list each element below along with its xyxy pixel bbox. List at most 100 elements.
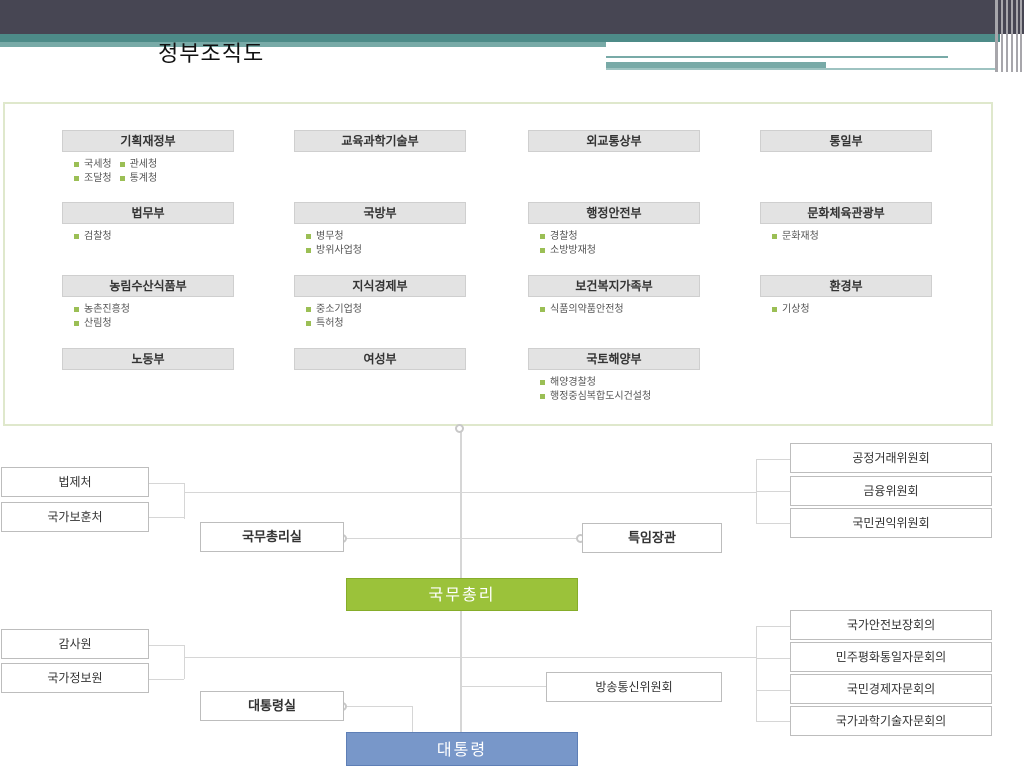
bullet-icon [74,161,79,167]
agency-item: 관세청 [119,159,158,170]
ministry-box: 문화체육관광부 [760,202,932,224]
ministry-box: 노동부 [62,348,234,370]
connector-line [756,626,757,722]
corner-line [1001,0,1003,72]
ministry-box: 보건복지가족부 [528,275,700,297]
ministry-box: 환경부 [760,275,932,297]
bullet-icon [119,161,125,167]
ministry-box: 행정안전부 [528,202,700,224]
corner-line [1011,0,1013,72]
agency-item: 해양경찰청 [540,377,596,388]
agency-label: 국세청 [84,159,112,170]
agency-item: 특허청 [306,318,344,329]
agency-item: 방위사업청 [306,245,362,256]
header-bar [0,0,1024,34]
node-fair-trade: 공정거래위원회 [790,443,992,473]
agency-item: 기상청 [772,304,810,315]
agency-label: 통계청 [129,173,158,184]
bullet-icon [74,233,79,239]
node-science-advisory: 국가과학기술자문회의 [790,706,992,736]
agency-list: 농촌진흥청 산림청 [74,303,130,331]
node-prime-minister: 국무총리 [346,578,578,611]
agency-label: 조달청 [84,173,112,184]
agency-label: 농촌진흥청 [84,304,130,315]
connector-line [756,658,790,659]
agency-label: 문화재청 [782,231,819,242]
bullet-icon [306,320,311,326]
ministry-box: 농림수산식품부 [62,275,234,297]
corner-line [995,0,998,72]
ministry-box: 외교통상부 [528,130,700,152]
connector-line [184,483,185,519]
node-president: 대통령 [346,732,578,766]
connector-line [149,517,184,518]
connector-dot [455,424,464,433]
node-national-security-council: 국가안전보장회의 [790,610,992,640]
agency-label: 병무청 [316,231,344,242]
connector-line [184,657,756,658]
connector-line [756,523,790,524]
connector-line [343,538,581,539]
connector-line [756,690,790,691]
node-pm-office: 국무총리실 [200,522,344,552]
agency-item: 통계청 [119,173,158,184]
connector-line [756,626,790,627]
agency-label: 경찰청 [550,231,578,242]
bullet-icon [306,247,311,253]
agency-label: 행정중심복합도시건설청 [550,391,652,402]
node-legislation: 법제처 [1,467,149,497]
connector-line [343,706,413,707]
bullet-icon [74,175,79,181]
agency-label: 소방방재청 [550,245,596,256]
page-title: 정부조직도 [158,42,265,67]
node-financial-services: 금융위원회 [790,476,992,506]
header-stripe-light [0,42,606,47]
agency-item: 검찰청 [74,231,112,242]
connector-line [462,686,546,687]
bullet-icon [540,247,545,253]
agency-label: 기상청 [782,304,810,315]
connector-line [756,459,790,460]
bullet-icon [119,175,125,181]
agency-label: 해양경찰청 [550,377,596,388]
connector-line [149,679,184,680]
agency-label: 식품의약품안전청 [550,304,624,315]
agency-item: 농촌진흥청 [74,304,130,315]
node-economic-advisory: 국민경제자문회의 [790,674,992,704]
agency-list: 경찰청소방방재청 [540,230,596,258]
agency-list: 해양경찰청행정중심복합도시건설청 [540,376,651,404]
bullet-icon [540,379,545,385]
bullet-icon [74,320,79,326]
header-rule [606,56,948,58]
agency-list: 기상청 [772,303,810,317]
agency-list: 국세청 관세청조달청 통계청 [74,158,157,186]
bullet-icon [772,306,777,312]
connector-line [756,491,790,492]
ministry-box: 법무부 [62,202,234,224]
node-special-minister: 특임장관 [582,523,722,553]
ministry-box: 기획재정부 [62,130,234,152]
ministry-box: 국방부 [294,202,466,224]
agency-item: 문화재청 [772,231,819,242]
ministry-box: 국토해양부 [528,348,700,370]
agency-item: 병무청 [306,231,344,242]
bullet-icon [74,306,79,312]
agency-list: 문화재청 [772,230,819,244]
connector-line [184,645,185,679]
agency-list: 검찰청 [74,230,112,244]
header-rule [606,68,998,70]
agency-item: 조달청 [74,173,112,184]
node-audit: 감사원 [1,629,149,659]
agency-list: 병무청방위사업청 [306,230,362,258]
ministry-box: 통일부 [760,130,932,152]
agency-label: 관세청 [129,159,158,170]
agency-label: 특허청 [316,318,344,329]
node-unification-advisory: 민주평화통일자문회의 [790,642,992,672]
agency-item: 경찰청 [540,231,578,242]
agency-label: 검찰청 [84,231,112,242]
agency-item: 행정중심복합도시건설청 [540,391,651,402]
agency-label: 중소기업청 [316,304,362,315]
agency-item: 식품의약품안전청 [540,304,624,315]
agency-list: 중소기업청특허청 [306,303,362,331]
agency-list: 식품의약품안전청 [540,303,624,317]
